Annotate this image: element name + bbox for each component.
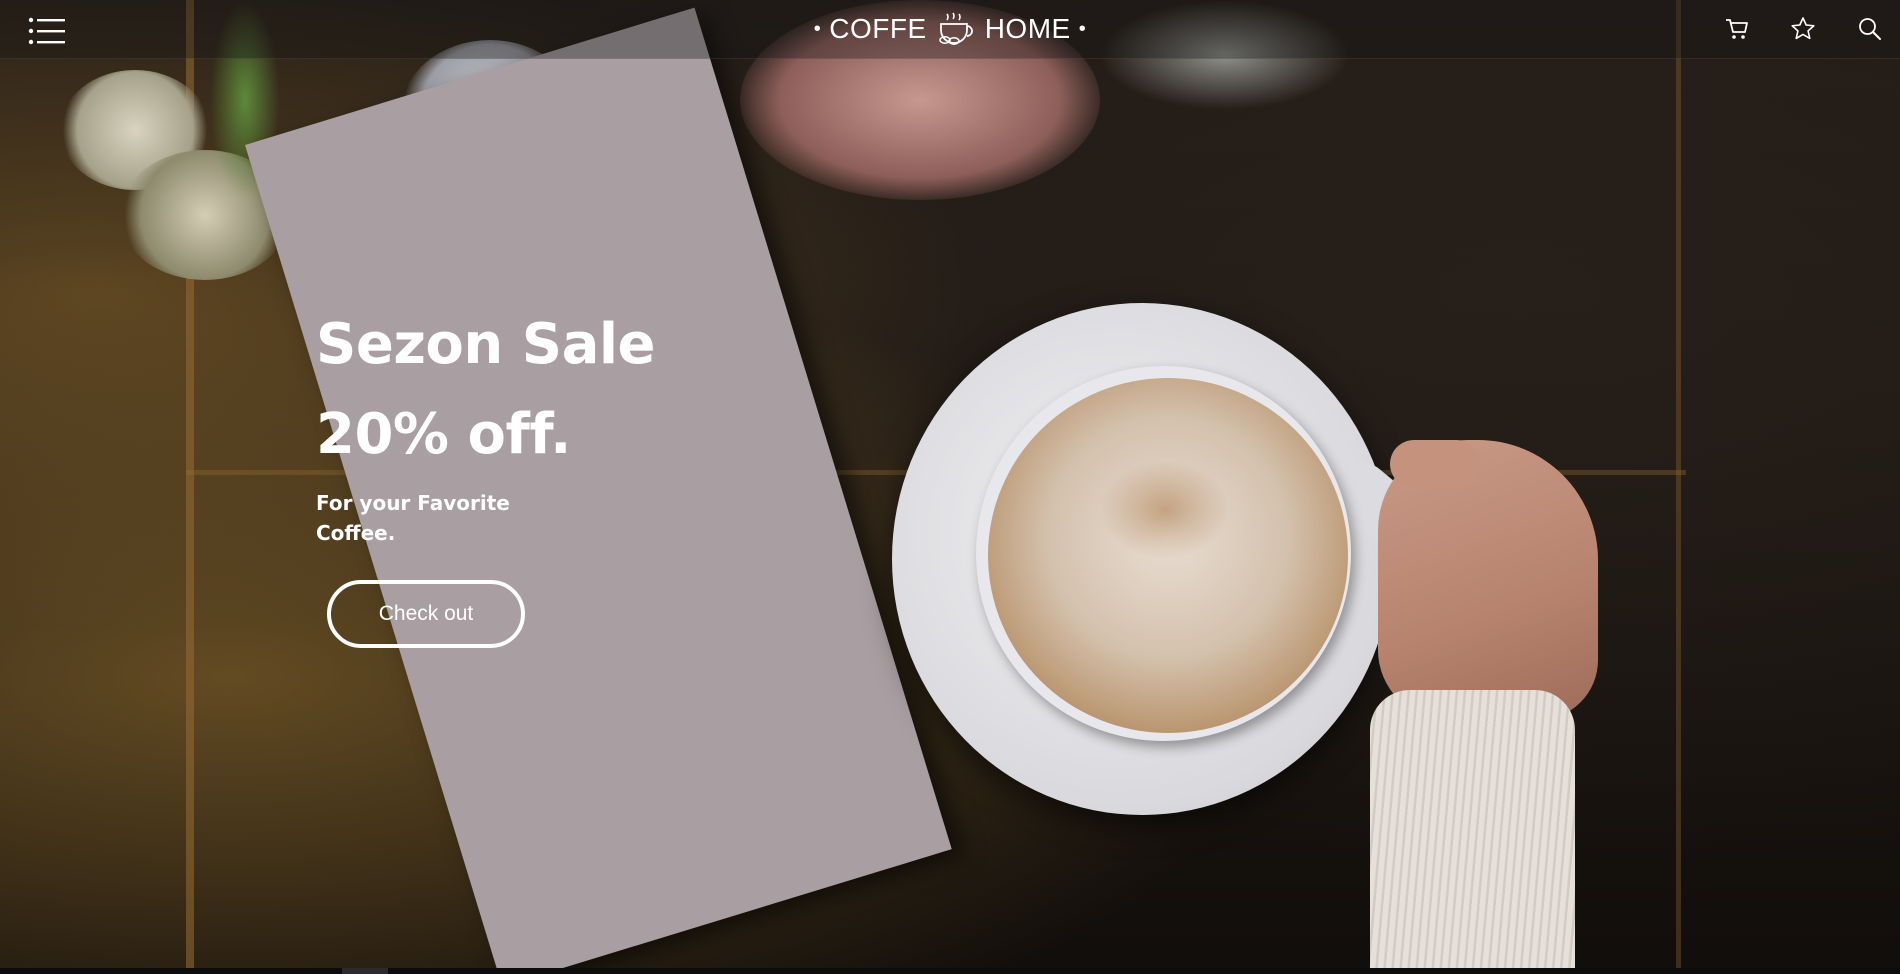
promo-subtitle: For your Favorite Coffee. [316,491,510,545]
scroll-thumb[interactable] [342,968,388,974]
thumb-image [1390,440,1480,488]
wood-plank-seam [1676,0,1681,968]
brand-separator-left: • [813,17,822,40]
promo-banner: Sezon Sale 20% off. For your Favorite Co… [316,300,656,548]
hero-background-image [0,0,1900,974]
search-icon[interactable] [1857,16,1883,42]
page: • COFFE HOME • Sezon Sale 20% off. For y… [0,0,1900,974]
cart-icon[interactable] [1724,16,1750,42]
star-icon[interactable] [1790,16,1816,42]
brand-name-right: HOME [984,13,1071,44]
promo-title: Sezon Sale [316,312,656,377]
sweater-sleeve-image [1370,690,1575,974]
site-logo[interactable]: • COFFE HOME • [0,0,1900,58]
check-out-button[interactable]: Check out [327,580,525,648]
brand-separator-right: • [1078,17,1087,40]
top-navigation-bar: • COFFE HOME • [0,0,1900,59]
latte-art-image [1100,460,1230,560]
coffee-cup-icon [938,12,973,45]
bottom-scroll-bar [0,968,1900,974]
hamburger-menu-icon[interactable] [28,17,66,45]
brand-name-left: COFFE [829,13,927,44]
promo-discount: 20% off. [316,402,571,467]
